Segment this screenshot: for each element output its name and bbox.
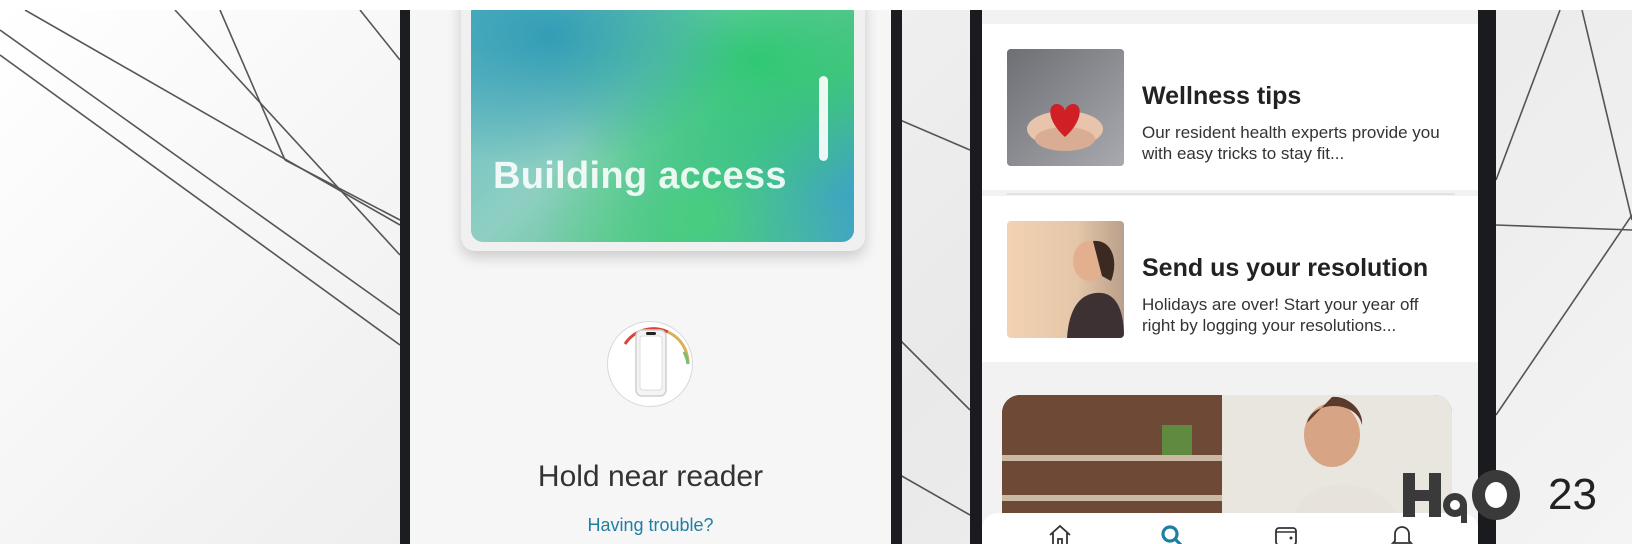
- page-number: 23: [1548, 470, 1597, 519]
- article-title: Send us your resolution: [1142, 254, 1429, 282]
- card-handle: [819, 76, 828, 161]
- hold-near-reader-text: Hold near reader: [537, 460, 764, 493]
- search-icon[interactable]: [1157, 521, 1187, 544]
- article-title: Wellness tips: [1142, 82, 1302, 110]
- having-trouble-link[interactable]: Having trouble?: [410, 515, 891, 536]
- card-title: Building access: [493, 155, 787, 197]
- article-card-resolution[interactable]: Send us your resolution Holidays are ove…: [982, 196, 1478, 362]
- meditating-woman-image: [1007, 221, 1124, 338]
- phone-feed: Wellness tips Our resident health expert…: [970, 10, 1496, 544]
- article-card-wellness[interactable]: Wellness tips Our resident health expert…: [982, 24, 1478, 190]
- article-description: Holidays are over! Start your year off r…: [1142, 295, 1419, 335]
- hqo-logo: [1403, 465, 1523, 525]
- phone-access: Building access Hold near reader Having …: [400, 10, 902, 544]
- home-icon[interactable]: [1045, 521, 1075, 544]
- hands-heart-image: [1007, 49, 1124, 166]
- feed-screen: Wellness tips Our resident health expert…: [982, 10, 1478, 544]
- building-access-card[interactable]: Building access: [471, 10, 854, 242]
- nfc-phone-icon: [607, 321, 693, 407]
- divider: [1007, 193, 1455, 195]
- access-screen: Building access Hold near reader Having …: [410, 10, 891, 544]
- article-description: Our resident health experts provide you …: [1142, 123, 1440, 163]
- wallet-icon[interactable]: [1271, 521, 1301, 544]
